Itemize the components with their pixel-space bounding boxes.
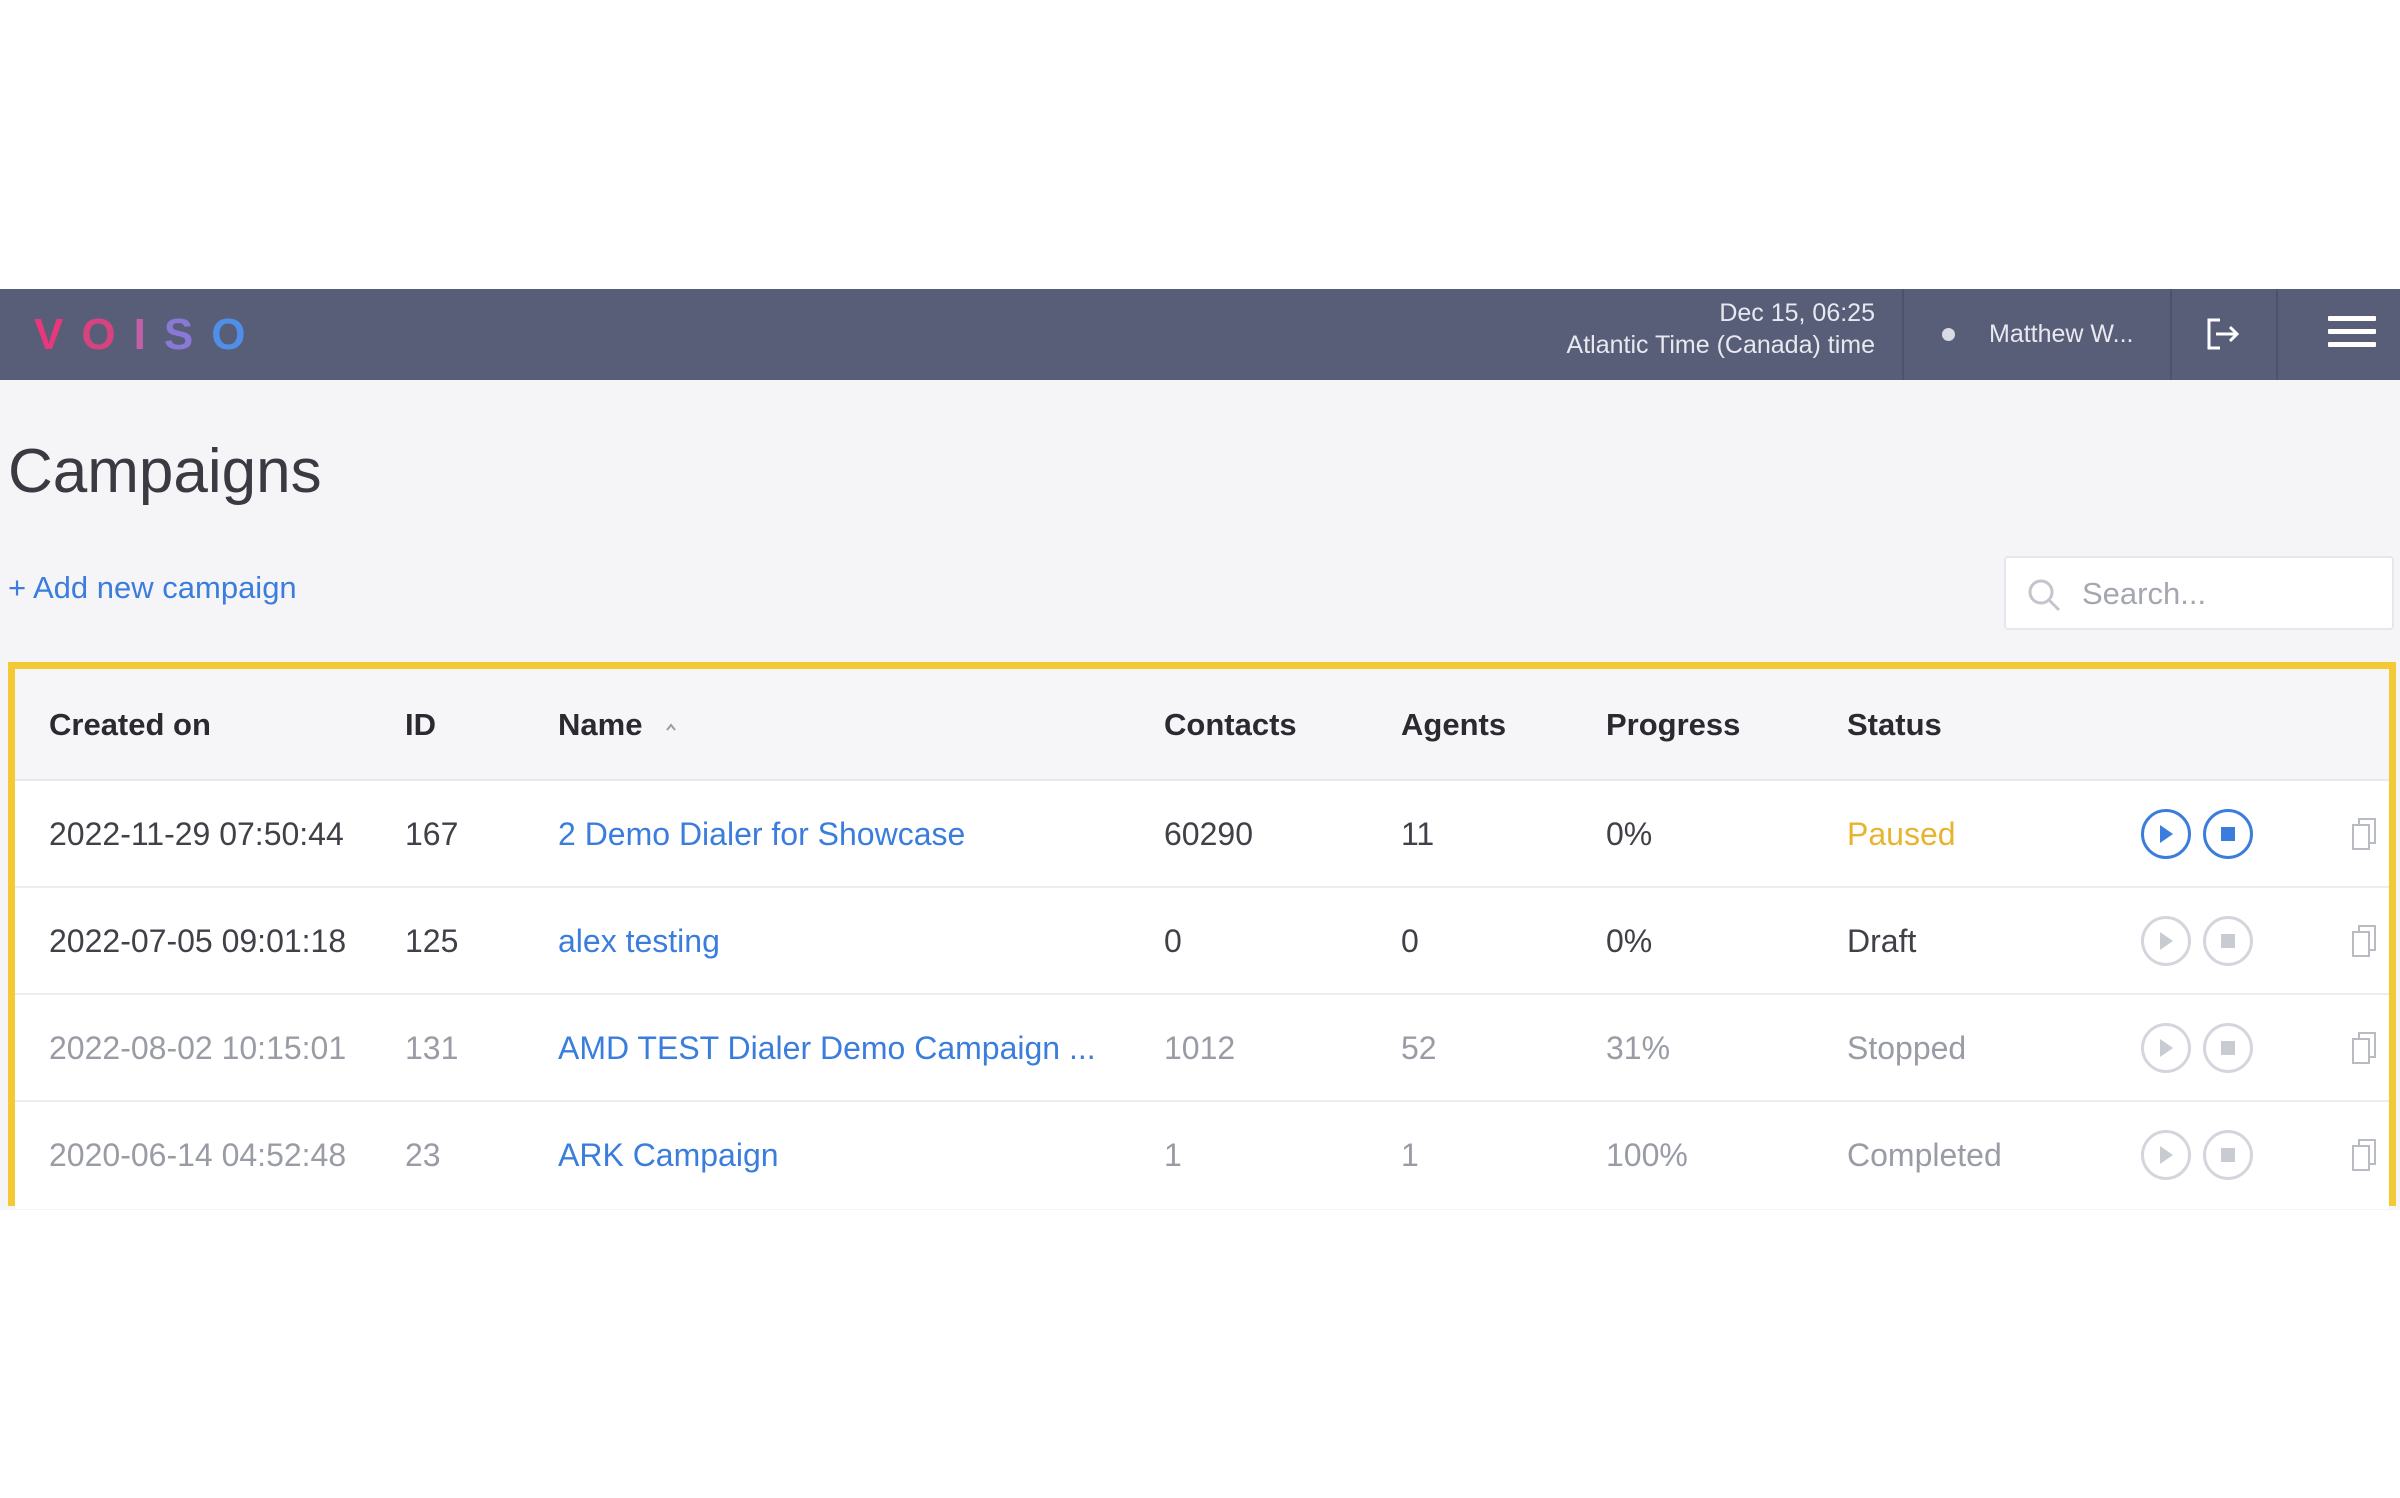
cell-contacts: 0 bbox=[1164, 923, 1182, 959]
column-contacts[interactable]: Contacts bbox=[1164, 669, 1297, 781]
page-title: Campaigns bbox=[8, 437, 322, 506]
stop-button[interactable] bbox=[2203, 1023, 2253, 1073]
column-created-on[interactable]: Created on bbox=[49, 669, 211, 781]
add-new-campaign-link[interactable]: + Add new campaign bbox=[8, 570, 297, 606]
campaign-name-link[interactable]: alex testing bbox=[558, 888, 720, 995]
status-badge: Stopped bbox=[1847, 1030, 1967, 1066]
sort-ascending-icon bbox=[666, 723, 676, 731]
table-row: 2022-07-05 09:01:18 125 alex testing 0 0… bbox=[15, 888, 2389, 995]
stop-icon bbox=[2221, 1041, 2235, 1055]
cell-created-on: 2022-11-29 07:50:44 bbox=[49, 816, 344, 852]
cell-agents: 11 bbox=[1401, 816, 1435, 852]
header-date: Dec 15, 06:25 bbox=[1719, 299, 1875, 327]
column-progress[interactable]: Progress bbox=[1606, 669, 1740, 781]
play-button[interactable] bbox=[2141, 809, 2191, 859]
hamburger-menu-icon[interactable] bbox=[2328, 316, 2376, 352]
campaign-name-link[interactable]: AMD TEST Dialer Demo Campaign ... bbox=[558, 995, 1096, 1102]
copy-icon[interactable] bbox=[2351, 924, 2377, 958]
stop-button[interactable] bbox=[2203, 916, 2253, 966]
play-icon bbox=[2160, 932, 2173, 950]
play-icon bbox=[2160, 1039, 2173, 1057]
cell-progress: 31% bbox=[1606, 1030, 1671, 1066]
cell-progress: 100% bbox=[1606, 1137, 1688, 1173]
copy-icon[interactable] bbox=[2351, 1138, 2377, 1172]
stop-icon bbox=[2221, 827, 2235, 841]
campaigns-table: Created on ID Name Contacts Agents Progr… bbox=[8, 662, 2396, 1209]
play-button[interactable] bbox=[2141, 1130, 2191, 1180]
copy-icon[interactable] bbox=[2351, 1031, 2377, 1065]
header-datetime: Dec 15, 06:25 Atlantic Time (Canada) tim… bbox=[1567, 297, 1875, 361]
user-name: Matthew W... bbox=[1989, 320, 2134, 348]
search-input[interactable] bbox=[2082, 570, 2382, 618]
table-row: 2020-06-14 04:52:48 23 ARK Campaign 1 1 … bbox=[15, 1102, 2389, 1209]
status-badge: Paused bbox=[1847, 816, 1956, 852]
app-window: V O I S O Dec 15, 06:25 Atlantic Time (C… bbox=[0, 0, 2400, 1498]
column-agents[interactable]: Agents bbox=[1401, 669, 1506, 781]
campaign-name-link[interactable]: ARK Campaign bbox=[558, 1102, 779, 1209]
cell-progress: 0% bbox=[1606, 923, 1653, 959]
table-header: Created on ID Name Contacts Agents Progr… bbox=[15, 669, 2389, 781]
logo-letter: O bbox=[211, 309, 264, 359]
header-divider bbox=[2170, 289, 2172, 380]
user-status-dot bbox=[1942, 328, 1955, 341]
column-name-label: Name bbox=[558, 707, 643, 742]
header-divider bbox=[2276, 289, 2278, 380]
stop-button[interactable] bbox=[2203, 1130, 2253, 1180]
cell-created-on: 2022-07-05 09:01:18 bbox=[49, 923, 347, 959]
play-button[interactable] bbox=[2141, 1023, 2191, 1073]
column-id[interactable]: ID bbox=[405, 669, 436, 781]
cell-id: 23 bbox=[405, 1137, 441, 1173]
table-row: 2022-11-29 07:50:44 167 2 Demo Dialer fo… bbox=[15, 781, 2389, 888]
status-badge: Draft bbox=[1847, 923, 1917, 959]
voiso-logo[interactable]: V O I S O bbox=[34, 289, 263, 380]
header-timezone: Atlantic Time (Canada) time bbox=[1566, 331, 1875, 359]
play-icon bbox=[2160, 1146, 2173, 1164]
cell-id: 125 bbox=[405, 923, 459, 959]
cell-contacts: 60290 bbox=[1164, 816, 1253, 852]
logo-letter: O bbox=[81, 309, 134, 359]
stop-button[interactable] bbox=[2203, 809, 2253, 859]
search-icon bbox=[2028, 579, 2061, 612]
cell-progress: 0% bbox=[1606, 816, 1653, 852]
logo-letter: V bbox=[34, 309, 82, 359]
top-bar: V O I S O Dec 15, 06:25 Atlantic Time (C… bbox=[0, 289, 2400, 380]
stop-icon bbox=[2221, 1148, 2235, 1162]
logout-icon[interactable] bbox=[2204, 315, 2242, 353]
stop-icon bbox=[2221, 934, 2235, 948]
logo-letter: I bbox=[133, 309, 164, 359]
table-row: 2022-08-02 10:15:01 131 AMD TEST Dialer … bbox=[15, 995, 2389, 1102]
status-badge: Completed bbox=[1847, 1137, 2002, 1173]
cell-contacts: 1 bbox=[1164, 1137, 1182, 1173]
column-name[interactable]: Name bbox=[558, 669, 677, 781]
logo-letter: S bbox=[163, 309, 212, 359]
cell-agents: 0 bbox=[1401, 923, 1419, 959]
user-menu[interactable]: Matthew W... bbox=[1902, 289, 2133, 380]
play-icon bbox=[2160, 825, 2173, 843]
cell-id: 131 bbox=[405, 1030, 459, 1066]
cell-created-on: 2022-08-02 10:15:01 bbox=[49, 1030, 347, 1066]
campaign-name-link[interactable]: 2 Demo Dialer for Showcase bbox=[558, 781, 965, 888]
cell-agents: 1 bbox=[1401, 1137, 1419, 1173]
main-content: Campaigns + Add new campaign Created on … bbox=[0, 380, 2400, 1210]
search-box[interactable] bbox=[2004, 556, 2394, 630]
cell-id: 167 bbox=[405, 816, 459, 852]
play-button[interactable] bbox=[2141, 916, 2191, 966]
cell-agents: 52 bbox=[1401, 1030, 1437, 1066]
cell-contacts: 1012 bbox=[1164, 1030, 1236, 1066]
column-status[interactable]: Status bbox=[1847, 669, 1942, 781]
copy-icon[interactable] bbox=[2351, 817, 2377, 851]
cell-created-on: 2020-06-14 04:52:48 bbox=[49, 1137, 347, 1173]
